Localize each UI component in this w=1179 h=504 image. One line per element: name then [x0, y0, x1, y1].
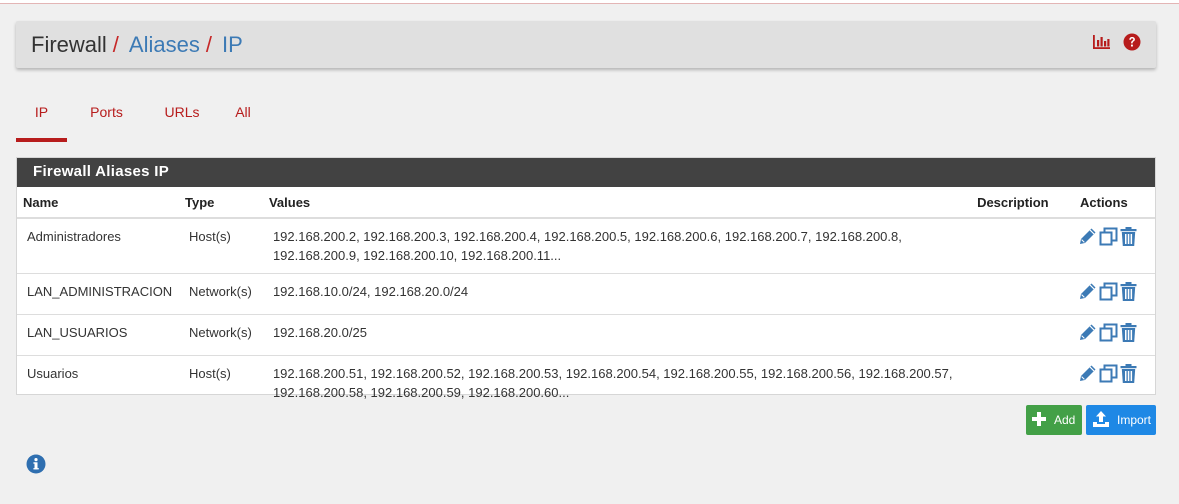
alias-tabs: IP Ports URLs All: [16, 90, 268, 142]
pencil-icon[interactable]: [1078, 323, 1097, 347]
tab-urls[interactable]: URLs: [146, 90, 218, 142]
table-row[interactable]: Administradores Host(s) 192.168.200.2, 192…: [17, 218, 1155, 274]
column-header-values[interactable]: Values: [262, 187, 972, 219]
trash-icon[interactable]: [1120, 364, 1137, 388]
alias-description: [971, 218, 1074, 274]
import-button[interactable]: Import: [1086, 405, 1156, 435]
alias-values: 192.168.10.0/24, 192.168.20.0/24: [262, 273, 972, 315]
trash-icon[interactable]: [1120, 282, 1137, 306]
breadcrumb-aliases[interactable]: Aliases: [129, 32, 200, 58]
info-circle-icon[interactable]: [26, 454, 46, 479]
table-row[interactable]: Usuarios Host(s) 192.168.200.51, 192.168.2…: [17, 356, 1155, 411]
plus-icon: [1032, 411, 1046, 429]
page-header: Firewall / Aliases / IP: [16, 21, 1156, 68]
alias-type: Network(s): [178, 273, 263, 315]
add-button-label: Add: [1054, 413, 1076, 427]
pencil-icon[interactable]: [1078, 282, 1097, 306]
clone-icon[interactable]: [1099, 364, 1118, 388]
clone-icon[interactable]: [1099, 227, 1118, 251]
alias-values: 192.168.20.0/25: [262, 314, 972, 356]
column-header-description[interactable]: Description: [971, 187, 1074, 219]
tab-label: Ports: [90, 104, 123, 120]
alias-description: [971, 314, 1074, 356]
add-button[interactable]: Add: [1026, 405, 1082, 435]
tab-label: URLs: [164, 104, 200, 120]
pencil-icon[interactable]: [1078, 364, 1097, 388]
alias-type: Host(s): [188, 366, 231, 381]
breadcrumb-ip[interactable]: IP: [222, 32, 243, 58]
question-circle-icon[interactable]: [1123, 33, 1141, 56]
alias-description: [971, 273, 1074, 315]
breadcrumb-firewall: Firewall: [31, 31, 107, 57]
panel-buttons: Add Import: [1026, 405, 1156, 435]
aliases-panel: Firewall Aliases IP Name Type Values Des…: [16, 157, 1156, 400]
alias-actions: [1074, 314, 1155, 356]
tab-ports[interactable]: Ports: [69, 90, 144, 142]
bar-chart-icon[interactable]: [1092, 34, 1111, 55]
column-header-actions: Actions: [1074, 187, 1155, 219]
trash-icon[interactable]: [1120, 323, 1137, 347]
alias-actions: [1074, 218, 1155, 274]
alias-actions: [1074, 273, 1155, 315]
tab-all[interactable]: All: [218, 90, 268, 142]
import-button-label: Import: [1117, 413, 1152, 427]
table-row[interactable]: LAN_USUARIOS Network(s) 192.168.20.0/25: [17, 314, 1155, 356]
panel-title: Firewall Aliases IP: [17, 158, 1155, 187]
aliases-table: Name Type Values Description Actions Adm…: [17, 187, 1155, 410]
pencil-icon[interactable]: [1078, 227, 1097, 251]
tab-ip[interactable]: IP: [16, 90, 67, 142]
table-header-row: Name Type Values Description Actions: [17, 187, 1155, 219]
column-header-name[interactable]: Name: [17, 187, 179, 219]
clone-icon[interactable]: [1099, 282, 1118, 306]
clone-icon[interactable]: [1099, 323, 1118, 347]
upload-icon: [1092, 410, 1110, 431]
tab-label: All: [235, 104, 251, 120]
breadcrumb: Firewall / Aliases / IP: [31, 32, 243, 58]
alias-values: 192.168.200.2, 192.168.200.3, 192.168.20…: [262, 218, 972, 274]
alias-name: Administradores: [17, 218, 179, 274]
column-header-type[interactable]: Type: [178, 187, 263, 219]
tab-label: IP: [34, 104, 49, 120]
alias-type: Network(s): [178, 314, 263, 356]
trash-icon[interactable]: [1120, 227, 1137, 251]
alias-actions: [1074, 356, 1155, 411]
alias-name: LAN_USUARIOS: [17, 314, 179, 356]
table-row[interactable]: LAN_ADMINISTRACION Network(s) 192.168.10.0…: [17, 273, 1155, 315]
alias-type: Host(s): [178, 218, 263, 274]
breadcrumb-separator: /: [112, 31, 119, 57]
alias-name: LAN_ADMINISTRACION: [17, 273, 179, 315]
breadcrumb-separator: /: [205, 31, 212, 57]
alias-description: [971, 356, 1074, 411]
alias-values: 192.168.200.51, 192.168.200.52, 192.168.…: [272, 366, 953, 400]
alias-name: Usuarios: [27, 366, 79, 381]
top-strip: [0, 0, 1179, 4]
